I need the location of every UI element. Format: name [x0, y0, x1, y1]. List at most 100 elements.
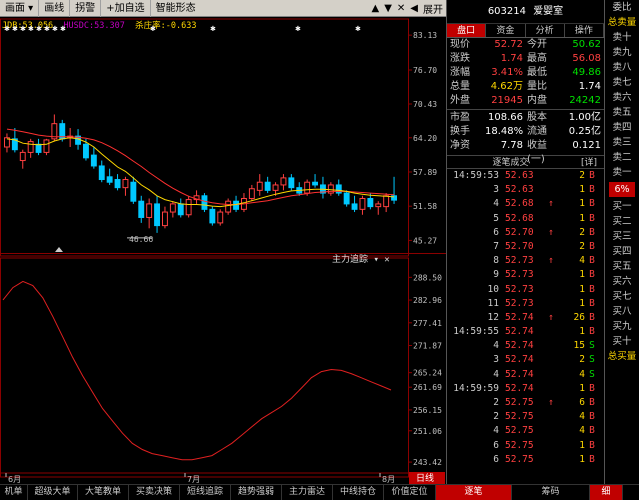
bottom-tab-6[interactable]: 主力雷达 — [282, 485, 333, 500]
tab-analysis[interactable]: 分析 — [526, 24, 565, 37]
tick-volume: 2 — [579, 240, 585, 252]
x-tick-label: 8月 — [382, 475, 395, 484]
tick-arrow — [545, 353, 557, 367]
alert-button[interactable]: 拐警 — [70, 0, 102, 17]
bottom-tab-1[interactable]: 超级大单 — [28, 485, 78, 500]
quote-tabs: 盘口 资金 分析 操作 — [447, 24, 604, 38]
stat-label: 涨幅 — [450, 67, 470, 78]
candle-body — [90, 154, 97, 167]
tick-price: 52.70 — [505, 240, 534, 252]
tick-side: S — [589, 340, 595, 352]
order-level-label: 卖九 — [612, 47, 632, 58]
tick-detail-link[interactable]: [详] — [574, 156, 604, 168]
stat-label: 流通 — [527, 126, 547, 137]
stat-value: 0.25亿 — [568, 126, 601, 137]
tick-arrow: ↑ — [548, 311, 554, 323]
tick-row: 4 52.74 15 S — [447, 339, 604, 353]
collapse-arrow-icon[interactable]: ◀ — [410, 3, 418, 14]
bottom-tab-5[interactable]: 趋势强弱 — [231, 485, 282, 500]
indicator-panel-title: 主力追踪 — [332, 255, 369, 265]
scroll-down-icon[interactable]: ▼ — [384, 3, 392, 14]
candle-body — [43, 139, 50, 153]
tick-volume: 2 — [579, 354, 585, 366]
panel-close-icon[interactable]: ✕ — [384, 255, 389, 265]
tick-row: 2 52.75 ↑ 6 B — [447, 396, 604, 410]
bottom-tab-8[interactable]: 价值定位 — [384, 485, 436, 500]
order-level-label: 委比 — [612, 2, 632, 13]
tick-arrow: ↑ — [548, 226, 554, 238]
stat-label: 现价 — [450, 39, 470, 50]
tick-row: 3 52.74 2 S — [447, 353, 604, 367]
add-watchlist-button[interactable]: +加自选 — [101, 0, 151, 17]
tick-title[interactable]: 逐笔成交 — [447, 156, 574, 168]
tick-side: S — [589, 354, 595, 366]
bottom-tab-0[interactable]: 机单 — [0, 485, 28, 500]
tick-volume: 1 — [579, 297, 585, 309]
tick-time: 4 — [493, 368, 499, 380]
screen-menu-button[interactable]: 画面 ▾ — [0, 0, 40, 17]
tick-side: B — [589, 297, 595, 309]
bottom-tab-2[interactable]: 大笔教单 — [78, 485, 129, 500]
tick-arrow — [545, 339, 557, 353]
tick-arrow — [545, 283, 557, 297]
tick-volume: 1 — [579, 184, 585, 196]
stat-value: 52.72 — [494, 39, 523, 50]
tick-row: 5 52.68 1 B — [447, 212, 604, 226]
order-level-label: 买十 — [612, 336, 632, 347]
bottom-tab-11[interactable]: 细 — [590, 485, 623, 500]
stat-value: 49.86 — [572, 67, 601, 78]
marker-star: ✱ — [4, 25, 10, 33]
draw-line-button[interactable]: 画线 — [39, 0, 71, 17]
tick-time: 14:59:59 — [453, 382, 499, 394]
bottom-tab-7[interactable]: 中线持仓 — [333, 485, 384, 500]
bottom-tab-10[interactable]: 筹码 — [512, 485, 590, 500]
bottom-tab-4[interactable]: 短线追踪 — [180, 485, 231, 500]
quote-row: 总量 4.62万 量比 1.74 — [447, 80, 604, 94]
order-level-label: 卖六 — [612, 92, 632, 103]
tick-side: S — [589, 368, 595, 380]
tick-row: 2 52.75 4 B — [447, 410, 604, 424]
tick-time: 2 — [493, 397, 499, 408]
tick-row: 6 52.75 1 B — [447, 453, 604, 467]
indicator-frame — [0, 257, 409, 478]
tick-arrow — [545, 382, 557, 396]
ma-fast-line — [6, 137, 395, 208]
y-tick-label: 57.89 — [413, 168, 437, 177]
smart-pattern-button[interactable]: 智能形态 — [151, 0, 201, 17]
expand-button[interactable]: 展开 — [423, 1, 443, 16]
bottom-tab-3[interactable]: 买卖决策 — [129, 485, 180, 500]
tab-orderbook[interactable]: 盘口 — [447, 24, 487, 37]
tick-time: 14:59:53 — [453, 170, 499, 181]
chart-area[interactable]: 83.1376.7070.4364.2057.8951.5845.27✱ ✱ ✱ ✱ ✱… — [0, 17, 446, 484]
tab-operation[interactable]: 操作 — [565, 24, 604, 37]
tick-side: B — [589, 453, 595, 465]
candle-body — [375, 203, 382, 208]
marker-star: ✱ — [60, 25, 66, 33]
tick-volume: 4 — [579, 411, 585, 423]
tick-volume: 2 — [579, 170, 585, 181]
tick-arrow — [545, 268, 557, 282]
tick-list: 14:59:53 52.63 2 B 3 52.63 1 B 4 52.68 ↑ 1 B 5 52.68 1 B… — [447, 169, 604, 467]
close-icon[interactable]: ✕ — [397, 3, 405, 14]
candle-body — [280, 177, 287, 186]
y-tick-label: 243.42 — [413, 458, 442, 467]
tick-arrow: ↑ — [548, 397, 554, 408]
tick-price: 52.73 — [505, 269, 534, 281]
tab-funds[interactable]: 资金 — [486, 24, 526, 37]
candle-body — [162, 211, 168, 227]
tick-time: 8 — [493, 255, 499, 267]
scroll-up-icon[interactable]: ▲ — [372, 3, 380, 14]
tick-side: B — [589, 311, 595, 323]
order-book-strip: 委比 总卖量 卖十 卖九 卖八 卖七 卖六 卖五 卖四 卖三 卖二 卖一 6% 买一 买二 买三 买四 买五 买六买… — [604, 0, 639, 484]
bottom-tab-9[interactable]: 逐笔 — [436, 485, 512, 500]
candle-body — [359, 197, 366, 210]
stat-label: 净资 — [450, 140, 470, 151]
candle-body — [367, 197, 374, 208]
stat-value: 1.74 — [578, 81, 601, 92]
quote-stats-primary: 现价 52.72 今开 50.62 涨跌 1.74 最高 56.08 涨幅 3.41% 最低 49.8… — [447, 38, 604, 108]
tick-side: B — [589, 212, 595, 224]
order-level-label: 卖七 — [612, 77, 632, 88]
order-level-label: 卖二 — [612, 152, 632, 163]
tick-row: 14:59:55 52.74 1 B — [447, 325, 604, 339]
panel-menu-icon[interactable]: ▾ — [373, 255, 378, 265]
